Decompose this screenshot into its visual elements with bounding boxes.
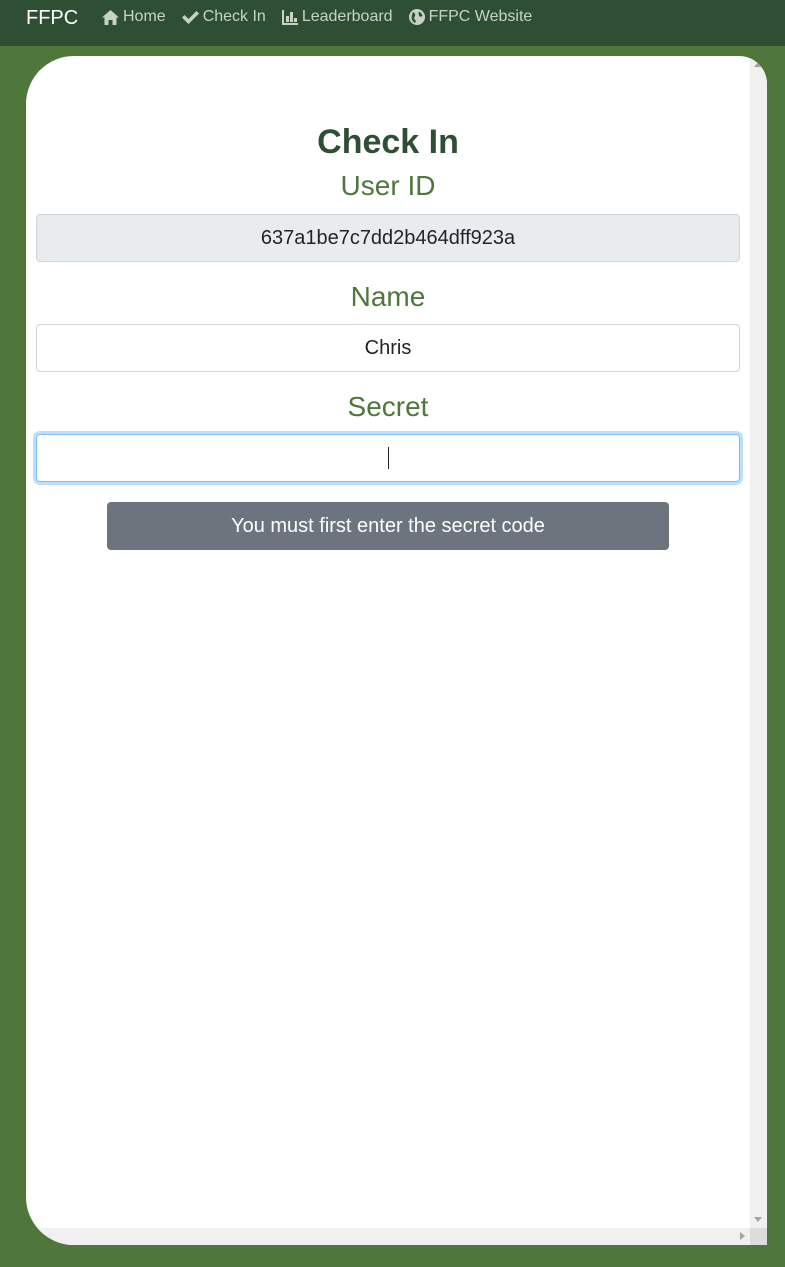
user-id-label: User ID: [340, 170, 436, 201]
horizontal-scrollbar[interactable]: [26, 1228, 767, 1245]
nav-check-in-label: Check In: [202, 8, 266, 25]
scrollbar-corner: [750, 1228, 767, 1245]
scroll-left-arrow-icon[interactable]: [32, 1232, 37, 1240]
page-title: Check In: [317, 123, 459, 161]
text-caret: [388, 447, 389, 469]
check-icon: [181, 11, 199, 24]
brand-link[interactable]: FFPC: [26, 6, 78, 30]
nav-ffpc-website[interactable]: FFPC Website: [408, 6, 533, 28]
content-frame: Check In User ID 637a1be7c7dd2b464dff923…: [26, 56, 767, 1245]
scroll-down-arrow-icon[interactable]: [754, 1217, 762, 1222]
scroll-right-arrow-icon[interactable]: [740, 1232, 745, 1240]
vertical-scrollbar[interactable]: [750, 56, 767, 1228]
name-field[interactable]: Chris: [36, 324, 740, 372]
scroll-up-arrow-icon[interactable]: [754, 62, 762, 67]
secret-label: Secret: [347, 391, 429, 422]
bar-chart-icon: [281, 9, 298, 25]
name-label: Name: [350, 281, 426, 312]
globe-icon: [408, 9, 425, 25]
nav-leaderboard-label: Leaderboard: [301, 8, 393, 25]
user-id-field: 637a1be7c7dd2b464dff923a: [36, 214, 740, 262]
nav-check-in[interactable]: Check In: [181, 6, 266, 28]
secret-input[interactable]: [36, 434, 740, 482]
nav-links: Home Check In Leaderboard FFPC Website: [102, 6, 548, 28]
nav-leaderboard[interactable]: Leaderboard: [281, 6, 393, 28]
submit-button[interactable]: You must first enter the secret code: [107, 502, 669, 550]
navbar: FFPC Home Check In Leaderboard FFPC Webs…: [0, 0, 785, 46]
nav-home[interactable]: Home: [102, 6, 166, 28]
nav-home-label: Home: [123, 8, 166, 25]
nav-ffpc-website-label: FFPC Website: [428, 8, 533, 25]
home-icon: [102, 9, 119, 25]
